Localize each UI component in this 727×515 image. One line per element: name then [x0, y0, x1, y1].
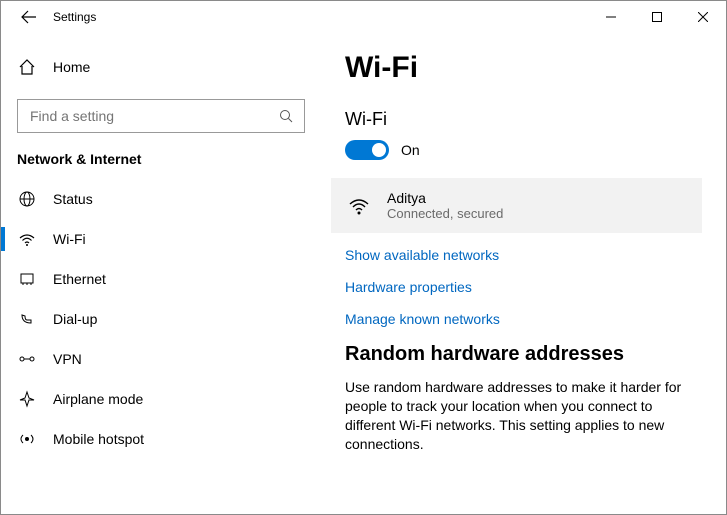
- link-list: Show available networks Hardware propert…: [345, 247, 702, 327]
- sidebar-item-hotspot[interactable]: Mobile hotspot: [1, 419, 321, 459]
- toggle-knob: [372, 143, 386, 157]
- wifi-signal-icon: [345, 194, 373, 218]
- wifi-toggle[interactable]: [345, 140, 389, 160]
- sidebar-item-status[interactable]: Status: [1, 179, 321, 219]
- sidebar-item-label: Airplane mode: [37, 391, 143, 407]
- sidebar-item-ethernet[interactable]: Ethernet: [1, 259, 321, 299]
- dialup-icon: [17, 310, 37, 328]
- minimize-button[interactable]: [588, 1, 634, 33]
- wifi-icon: [17, 230, 37, 248]
- window-buttons: [588, 1, 726, 33]
- hotspot-icon: [17, 430, 37, 448]
- content-area: Home Network & Internet Status Wi-Fi: [1, 33, 726, 514]
- sidebar-item-label: Dial-up: [37, 311, 97, 327]
- wifi-toggle-state: On: [401, 142, 420, 158]
- manage-known-networks-link[interactable]: Manage known networks: [345, 311, 702, 327]
- back-arrow-icon: [21, 9, 37, 25]
- sidebar-category: Network & Internet: [1, 151, 321, 179]
- sidebar-home-label: Home: [37, 59, 90, 75]
- wifi-toggle-row: On: [345, 140, 702, 160]
- network-text: Aditya Connected, secured: [373, 190, 503, 221]
- close-icon: [698, 12, 708, 22]
- sidebar-item-wifi[interactable]: Wi-Fi: [1, 219, 321, 259]
- globe-icon: [17, 190, 37, 208]
- sidebar-item-label: VPN: [37, 351, 82, 367]
- sidebar-item-dialup[interactable]: Dial-up: [1, 299, 321, 339]
- page-title: Wi-Fi: [345, 51, 702, 85]
- search-box[interactable]: [17, 99, 305, 133]
- sidebar-item-label: Ethernet: [37, 271, 106, 287]
- ethernet-icon: [17, 270, 37, 288]
- random-addresses-body: Use random hardware addresses to make it…: [345, 378, 702, 454]
- home-icon: [17, 58, 37, 76]
- close-button[interactable]: [680, 1, 726, 33]
- show-networks-link[interactable]: Show available networks: [345, 247, 702, 263]
- network-name: Aditya: [387, 190, 503, 206]
- sidebar-item-label: Status: [37, 191, 93, 207]
- sidebar-item-label: Mobile hotspot: [37, 431, 144, 447]
- main-panel: Wi-Fi Wi-Fi On Aditya Connected, secured…: [321, 33, 726, 514]
- maximize-icon: [652, 12, 662, 22]
- wifi-toggle-label: Wi-Fi: [345, 109, 702, 130]
- hardware-properties-link[interactable]: Hardware properties: [345, 279, 702, 295]
- sidebar-home[interactable]: Home: [1, 47, 321, 87]
- sidebar: Home Network & Internet Status Wi-Fi: [1, 33, 321, 514]
- sidebar-item-airplane[interactable]: Airplane mode: [1, 379, 321, 419]
- sidebar-item-vpn[interactable]: VPN: [1, 339, 321, 379]
- airplane-icon: [17, 390, 37, 408]
- network-status: Connected, secured: [387, 206, 503, 221]
- titlebar: Settings: [1, 1, 726, 33]
- vpn-icon: [17, 350, 37, 368]
- minimize-icon: [606, 12, 616, 22]
- search-icon: [278, 109, 294, 123]
- maximize-button[interactable]: [634, 1, 680, 33]
- back-button[interactable]: [9, 1, 49, 33]
- window-title: Settings: [49, 10, 96, 24]
- sidebar-item-label: Wi-Fi: [37, 231, 86, 247]
- random-addresses-title: Random hardware addresses: [345, 343, 702, 366]
- search-input[interactable]: [28, 107, 278, 125]
- current-network-card[interactable]: Aditya Connected, secured: [331, 178, 702, 233]
